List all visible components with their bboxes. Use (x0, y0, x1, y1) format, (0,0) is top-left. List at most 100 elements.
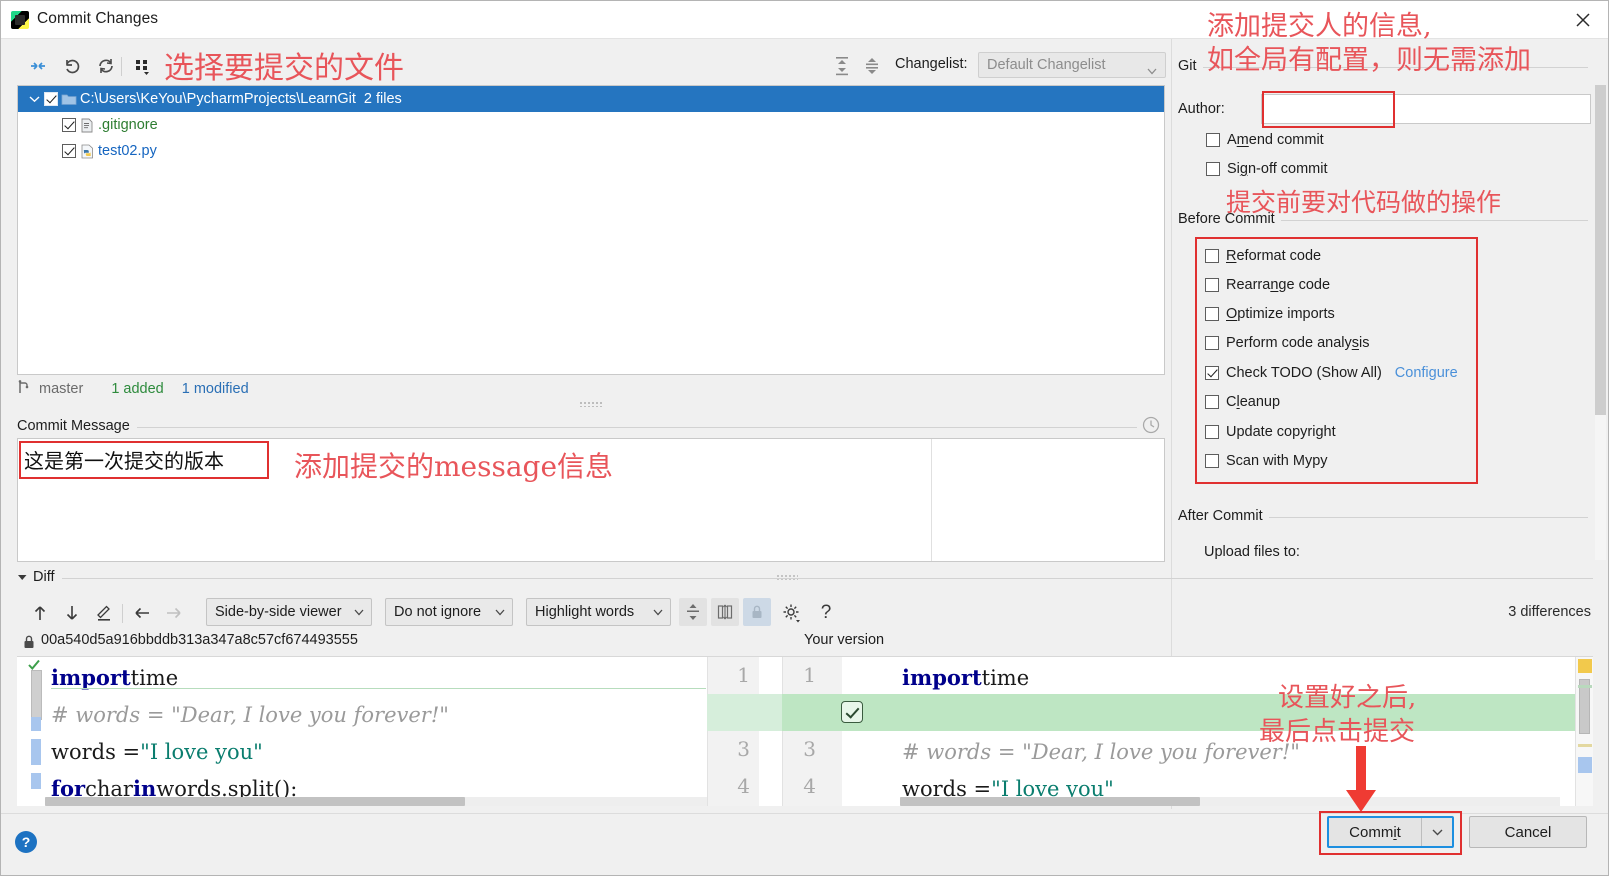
configure-link[interactable]: Configure (1395, 365, 1458, 381)
amend-commit-checkbox[interactable]: Amend commit (1206, 132, 1324, 148)
file-count-label: 2 files (364, 91, 402, 107)
row-checkbox[interactable] (44, 92, 58, 106)
git-section-separator (1178, 67, 1588, 68)
viewer-mode-select[interactable]: Side-by-side viewer (206, 598, 372, 626)
right-code-pane[interactable]: import time # words = "Dear, I love you … (842, 657, 1593, 806)
collapse-icon[interactable] (679, 598, 707, 626)
checkbox-box[interactable] (1206, 162, 1220, 176)
message-width-marker (931, 439, 932, 561)
align-columns-icon[interactable] (711, 598, 739, 626)
file-name-label: .gitignore (98, 117, 158, 133)
arrow-left-icon[interactable] (129, 600, 155, 626)
close-icon[interactable] (1570, 7, 1596, 33)
inserted-line-gutter-highlight (707, 694, 782, 731)
code-token: words = (51, 740, 140, 764)
code-token: time (131, 666, 179, 690)
scrollbar-thumb[interactable] (900, 797, 1200, 806)
scan-with-mypy-checkbox[interactable]: Scan with Mypy (1205, 453, 1328, 469)
checkbox-box[interactable] (1205, 249, 1219, 263)
question-icon[interactable]: ? (813, 600, 839, 626)
diff-separator (17, 578, 1593, 579)
row-checkbox[interactable] (62, 144, 76, 158)
commit-changes-dialog: Commit Changes (0, 0, 1609, 876)
code-line: words = "I love you" (51, 733, 263, 770)
clock-icon[interactable] (1141, 415, 1161, 440)
check-todo-checkbox[interactable]: Check TODO (Show All) Configure (1205, 365, 1458, 381)
help-icon[interactable]: ? (15, 831, 37, 853)
diff-minimap[interactable] (1575, 657, 1593, 806)
gear-icon[interactable] (779, 600, 805, 626)
rearrange-code-checkbox[interactable]: Rearrange code (1205, 277, 1330, 293)
cleanup-checkbox[interactable]: Cleanup (1205, 394, 1280, 410)
line-number: 1 (776, 657, 816, 694)
triangle-down-icon (17, 569, 28, 585)
author-field[interactable] (1261, 94, 1591, 124)
group-by-icon[interactable] (129, 53, 155, 79)
checkbox-box[interactable] (1205, 278, 1219, 292)
show-diff-icon[interactable] (25, 53, 51, 79)
pencil-icon[interactable] (91, 600, 117, 626)
differences-count: 3 differences (1508, 604, 1591, 620)
commit-button[interactable]: Commit (1327, 816, 1454, 848)
diff-legend[interactable]: Diff (17, 569, 62, 585)
perform-code-analysis-checkbox[interactable]: Perform code analysis (1205, 335, 1369, 351)
before-commit-highlight (1195, 237, 1478, 484)
diff-revision-row: 00a540d5a916bbddb313a347a8c57cf674493555… (17, 631, 1593, 655)
scrollbar-thumb[interactable] (31, 670, 42, 720)
changed-files-tree[interactable]: C:\Users\KeYou\PycharmProjects\LearnGit … (17, 85, 1165, 375)
scrollbar-thumb[interactable] (1595, 85, 1606, 415)
checkbox-label: Optimize imports (1226, 306, 1335, 322)
signoff-commit-checkbox[interactable]: Sign-off commit (1206, 161, 1328, 177)
splitter-grip[interactable] (579, 401, 603, 407)
line-number: 1 (710, 657, 750, 694)
chevron-down-icon (1147, 62, 1157, 80)
revert-icon[interactable] (59, 53, 85, 79)
table-row[interactable]: .gitignore (18, 112, 1164, 138)
line-number: 4 (710, 768, 750, 805)
git-branch-icon (17, 379, 31, 399)
checkbox-box[interactable] (1205, 425, 1219, 439)
diff-change-edge (51, 688, 706, 689)
diff-splitter-grip[interactable] (776, 574, 798, 580)
python-file-icon (76, 144, 98, 159)
optimize-imports-checkbox[interactable]: Optimize imports (1205, 306, 1335, 322)
table-row[interactable]: test02.py (18, 138, 1164, 164)
highlight-mode-select[interactable]: Highlight words (526, 598, 671, 626)
cancel-button[interactable]: Cancel (1469, 816, 1587, 848)
expand-all-icon[interactable] (829, 53, 855, 79)
chevron-down-icon[interactable] (1422, 829, 1452, 836)
changelist-select[interactable]: Default Changelist (978, 52, 1166, 78)
code-token: import (902, 665, 982, 690)
table-row[interactable]: C:\Users\KeYou\PycharmProjects\LearnGit … (18, 86, 1164, 112)
refresh-icon[interactable] (93, 53, 119, 79)
git-panel-scrollbar[interactable] (1595, 85, 1606, 560)
commit-message-legend: Commit Message (17, 418, 137, 434)
arrow-right-icon (161, 600, 187, 626)
code-line: # words = "Dear, I love you forever!" (51, 696, 449, 733)
commit-message-separator (17, 427, 1137, 428)
checkbox-box[interactable] (1205, 366, 1219, 380)
collapse-all-icon[interactable] (859, 53, 885, 79)
lock-icon[interactable] (743, 598, 771, 626)
your-version-label: Your version (804, 632, 884, 648)
checkbox-box[interactable] (1205, 454, 1219, 468)
update-copyright-checkbox[interactable]: Update copyright (1205, 424, 1336, 440)
commit-message-input[interactable]: 这是第一次提交的版本 (17, 438, 1165, 562)
checkbox-box[interactable] (1205, 336, 1219, 350)
author-label: Author: (1178, 101, 1225, 117)
arrow-up-icon[interactable] (27, 600, 53, 626)
before-commit-legend: Before Commit (1178, 211, 1281, 227)
checkbox-box[interactable] (1205, 307, 1219, 321)
row-checkbox[interactable] (62, 118, 76, 132)
arrow-down-icon[interactable] (59, 600, 85, 626)
viewer-mode-value: Side-by-side viewer (215, 604, 342, 620)
chevron-down-icon (354, 603, 364, 621)
checkbox-box[interactable] (1206, 133, 1220, 147)
scrollbar-thumb[interactable] (45, 797, 465, 806)
reformat-code-checkbox[interactable]: Reformat code (1205, 248, 1321, 264)
chevron-down-icon[interactable] (24, 95, 44, 103)
ignore-mode-select[interactable]: Do not ignore (385, 598, 513, 626)
change-marker (1578, 744, 1592, 747)
checkbox-box[interactable] (1205, 395, 1219, 409)
diff-viewer[interactable]: import time # words = "Dear, I love you … (17, 656, 1593, 806)
